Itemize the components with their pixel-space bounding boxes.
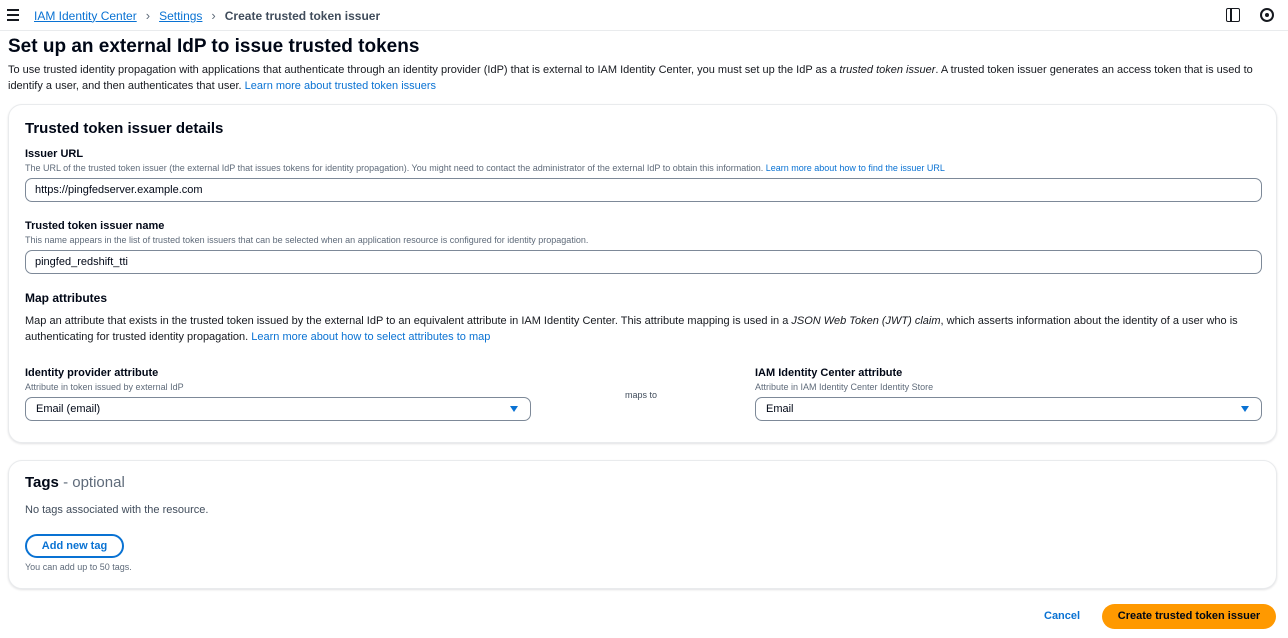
issuer-url-input[interactable]: https://pingfedserver.example.com [25, 178, 1262, 202]
select-attributes-link[interactable]: Learn more about how to select attribute… [251, 331, 490, 343]
issuer-name-description: This name appears in the list of trusted… [25, 235, 589, 245]
page-desc-italic: trusted token issuer [839, 64, 936, 76]
issuer-url-label: Issuer URL [25, 148, 84, 160]
ic-attribute-label: IAM Identity Center attribute [755, 367, 903, 379]
chevron-right-icon: › [145, 8, 151, 23]
idp-attribute-select[interactable]: Email (email) [25, 397, 531, 421]
tags-limit-hint: You can add up to 50 tags. [25, 562, 132, 572]
create-trusted-token-issuer-button[interactable]: Create trusted token issuer [1102, 604, 1276, 629]
issuer-url-desc-text: The URL of the trusted token issuer (the… [25, 163, 766, 173]
tags-panel: Tags - optional No tags associated with … [8, 460, 1277, 589]
page-title: Set up an external IdP to issue trusted … [8, 36, 420, 57]
caret-down-icon [510, 406, 518, 412]
map-desc-italic: JSON Web Token (JWT) claim [791, 315, 941, 327]
map-attributes-description: Map an attribute that exists in the trus… [25, 313, 1265, 345]
breadcrumb-iam-identity-center[interactable]: IAM Identity Center [34, 9, 137, 23]
hamburger-icon[interactable] [7, 9, 19, 21]
idp-attribute-value: Email (email) [36, 403, 101, 415]
gear-icon[interactable] [1260, 8, 1274, 22]
maps-to-text: maps to [625, 390, 658, 400]
map-attributes-title: Map attributes [25, 291, 108, 305]
idp-attribute-label: Identity provider attribute [25, 367, 159, 379]
breadcrumb: IAM Identity Center › Settings › Create … [34, 8, 380, 23]
page-description: To use trusted identity propagation with… [8, 62, 1280, 94]
tags-optional-text: - optional [58, 474, 125, 491]
cancel-button[interactable]: Cancel [1044, 610, 1080, 622]
page-desc-text-1: To use trusted identity propagation with… [8, 64, 840, 76]
add-new-tag-button[interactable]: Add new tag [25, 534, 124, 558]
ic-attribute-description: Attribute in IAM Identity Center Identit… [755, 382, 934, 392]
chevron-right-icon: › [211, 8, 216, 23]
issuer-name-input[interactable]: pingfed_redshift_tti [25, 250, 1262, 274]
tags-empty-text: No tags associated with the resource. [25, 504, 209, 516]
ic-attribute-select[interactable]: Email [755, 397, 1262, 421]
trusted-token-issuer-details-panel: Trusted token issuer details Issuer URL … [8, 104, 1277, 443]
ic-attribute-value: Email [766, 403, 794, 415]
map-desc-text-1: Map an attribute that exists in the trus… [25, 315, 792, 327]
tags-title: Tags - optional [25, 474, 125, 491]
find-issuer-url-link[interactable]: Learn more about how to find the issuer … [766, 163, 945, 173]
breadcrumb-settings[interactable]: Settings [159, 9, 202, 23]
details-title: Trusted token issuer details [25, 120, 224, 137]
top-navigation-bar: IAM Identity Center › Settings › Create … [0, 0, 1288, 31]
breadcrumb-current: Create trusted token issuer [224, 8, 381, 23]
idp-attribute-description: Attribute in token issued by external Id… [25, 382, 184, 392]
caret-down-icon [1241, 406, 1249, 412]
learn-more-trusted-token-issuers-link[interactable]: Learn more about trusted token issuers [245, 80, 436, 92]
issuer-url-description: The URL of the trusted token issuer (the… [25, 163, 945, 173]
split-panel-icon[interactable] [1226, 8, 1240, 22]
top-icons [1226, 8, 1274, 22]
issuer-name-label: Trusted token issuer name [25, 220, 165, 232]
tags-title-text: Tags [25, 474, 59, 491]
